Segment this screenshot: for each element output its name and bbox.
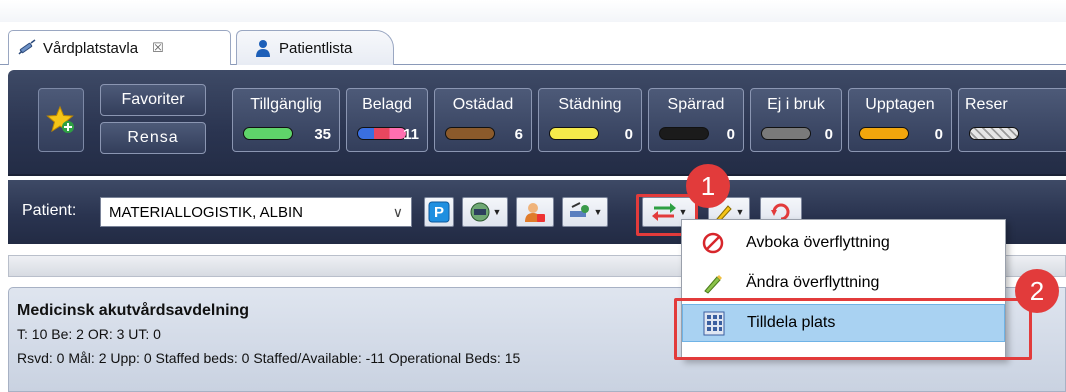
patient-label: Patient: (22, 202, 77, 219)
status-count: 11 (403, 126, 419, 143)
status-tile-label: Spärrad (667, 96, 725, 113)
status-tile-label: Tillgänglig (250, 96, 322, 113)
tab-strip-top (0, 0, 1066, 22)
tab-patientlista[interactable]: Patientlista (236, 30, 394, 65)
star-add-icon (46, 105, 74, 133)
status-count: 0 (934, 126, 943, 143)
favorites-button[interactable]: Favoriter (100, 84, 206, 116)
tab-patientlista-label: Patientlista (279, 39, 353, 57)
status-tile-occupied[interactable]: Belagd 11 (346, 88, 428, 152)
status-tile-label: Belagd (362, 96, 412, 113)
transfer-menu-button[interactable]: ▼ (562, 197, 608, 227)
menu-item-label: Ändra överflyttning (746, 274, 880, 291)
tab-vardplatstavla-label: Vårdplatstavla (43, 39, 139, 57)
menu-item-label: Avboka överflyttning (746, 234, 890, 251)
status-count: 35 (314, 126, 331, 143)
status-tile-label: Ostädad (452, 96, 514, 113)
svg-text:P: P (434, 204, 444, 221)
add-favorite-button[interactable] (38, 88, 84, 152)
syringe-icon (18, 39, 36, 55)
staff-button[interactable] (516, 197, 554, 227)
status-pill (761, 127, 811, 140)
status-pill (549, 127, 599, 140)
chevron-down-icon: ∨ (392, 204, 403, 220)
close-tab-icon[interactable]: ☒ (152, 40, 164, 56)
status-pill (445, 127, 495, 140)
status-tile-cleaning[interactable]: Städning 0 (538, 88, 642, 152)
ward-capacity-line: Rsvd: 0 Mål: 2 Upp: 0 Staffed beds: 0 St… (17, 350, 521, 366)
tab-vardplatstavla[interactable]: Vårdplatstavla ☒ (8, 30, 231, 65)
status-pill (243, 127, 293, 140)
cancel-icon (698, 228, 728, 258)
menu-item-change-transfer[interactable]: Ändra överflyttning (682, 264, 1005, 302)
bed-transfer-icon (569, 202, 589, 217)
patient-select[interactable]: MATERIALLOGISTIK, ALBIN ∨ (100, 197, 412, 227)
status-count: 0 (726, 126, 735, 143)
monitor-icon (470, 202, 490, 222)
status-tile-available[interactable]: Tillgänglig 35 (232, 88, 340, 152)
status-count: 0 (824, 126, 833, 143)
menu-item-cancel-transfer[interactable]: Avboka överflyttning (682, 224, 1005, 262)
dropdown-arrow-icon: ▼ (492, 207, 502, 217)
status-tile-label: Upptagen (865, 96, 935, 113)
status-tile-label: Städning (558, 96, 622, 113)
ward-stats-line: T: 10 Be: 2 OR: 3 UT: 0 (17, 326, 161, 342)
monitor-menu-button[interactable]: ▼ (462, 197, 508, 227)
status-count: 0 (624, 126, 633, 143)
status-tile-label: Reser (965, 96, 1008, 113)
ward-title: Medicinsk akutvårdsavdelning (17, 302, 250, 319)
callout-badge-1: 1 (686, 164, 730, 208)
status-pill (659, 127, 709, 140)
status-pill (357, 127, 407, 140)
pencil-icon (698, 268, 728, 298)
parking-icon: P (428, 201, 450, 223)
status-tile-label: Ej i bruk (767, 96, 825, 113)
status-pill (969, 127, 1019, 140)
patient-select-value: MATERIALLOGISTIK, ALBIN (109, 203, 303, 221)
status-pill (859, 127, 909, 140)
status-tile-unclean[interactable]: Ostädad 6 (434, 88, 532, 152)
tab-strip: Vårdplatstavla ☒ Patientlista (0, 0, 1066, 65)
parking-button[interactable]: P (424, 197, 454, 227)
status-count: 6 (514, 126, 523, 143)
status-tile-out-of-use[interactable]: Ej i bruk 0 (750, 88, 842, 152)
person-icon (256, 40, 270, 57)
status-tile-blocked[interactable]: Spärrad 0 (648, 88, 744, 152)
clear-button[interactable]: Rensa (100, 122, 206, 154)
status-bar-divider (8, 174, 1066, 176)
staff-icon (525, 203, 545, 222)
dropdown-arrow-icon: ▼ (593, 207, 603, 217)
callout-badge-2: 2 (1015, 269, 1059, 313)
status-tile-reserved[interactable]: Reser (958, 88, 1066, 152)
menu-item-highlight (674, 298, 1032, 360)
dropdown-arrow-icon: ▼ (735, 207, 745, 217)
status-tile-taken[interactable]: Upptagen 0 (848, 88, 952, 152)
bed-status-bar: Favoriter Rensa Tillgänglig 35 Belagd 11… (8, 70, 1066, 176)
